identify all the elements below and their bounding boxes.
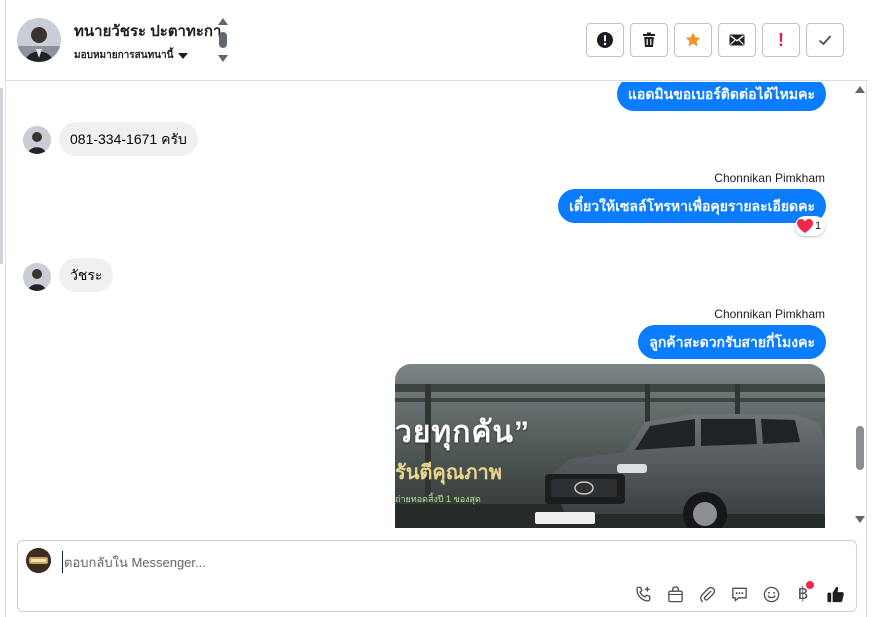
mark-done-button[interactable] bbox=[806, 23, 844, 57]
image-caption-fineprint: ิถ่ายทอดสิ้งปี 1 ของสุด bbox=[395, 494, 481, 504]
scroll-up-arrow-icon[interactable] bbox=[855, 86, 865, 93]
important-button[interactable]: ! bbox=[762, 23, 800, 57]
sender-name: Chonnikan Pimkham bbox=[714, 171, 825, 185]
header-actions: ! bbox=[586, 23, 844, 57]
exclamation-icon: ! bbox=[778, 30, 784, 50]
check-icon bbox=[818, 35, 832, 46]
arrow-down-icon[interactable] bbox=[218, 55, 228, 62]
trash-icon bbox=[643, 32, 655, 47]
page-avatar bbox=[26, 548, 51, 573]
star-icon bbox=[685, 32, 701, 47]
emoji-button[interactable] bbox=[760, 583, 782, 605]
message-reaction[interactable]: 1 bbox=[795, 216, 826, 236]
contact-avatar[interactable] bbox=[17, 18, 61, 62]
spam-button[interactable] bbox=[586, 23, 624, 57]
contact-message-avatar[interactable] bbox=[23, 126, 51, 154]
like-button[interactable] bbox=[824, 583, 846, 605]
reaction-count: 1 bbox=[815, 220, 822, 232]
delete-button[interactable] bbox=[630, 23, 668, 57]
assign-label: มอบหมายการสนทนานี้ bbox=[74, 50, 174, 61]
call-button[interactable] bbox=[632, 583, 654, 605]
outgoing-message-bubble[interactable]: แอดมินขอเบอร์ติดต่อได้ไหมคะ bbox=[616, 82, 826, 111]
alert-circle-icon bbox=[597, 32, 613, 48]
conversation-header: ทนายวัชระ ปะตาทะกา มอบหมายการสนทนานี้ ! bbox=[6, 0, 868, 81]
outgoing-message-bubble[interactable]: ลูกค้าสะดวกรับสายกี่โมงคะ bbox=[638, 325, 826, 359]
star-button[interactable] bbox=[674, 23, 712, 57]
image-caption-subheadline: รันตีคุณภาพ bbox=[395, 462, 502, 484]
attach-button[interactable] bbox=[696, 583, 718, 605]
smiley-icon bbox=[763, 586, 779, 602]
thumbs-up-icon bbox=[826, 586, 844, 602]
chat-bubble-icon bbox=[731, 587, 747, 601]
message-thread[interactable]: แอดมินขอเบอร์ติดต่อได้ไหมคะ 081-334-1671… bbox=[6, 82, 868, 528]
sender-name: Chonnikan Pimkham bbox=[714, 307, 825, 321]
shop-button[interactable] bbox=[664, 583, 686, 605]
mark-unread-button[interactable] bbox=[718, 23, 756, 57]
conversation-panel: ทนายวัชระ ปะตาทะกา มอบหมายการสนทนานี้ ! … bbox=[5, 0, 868, 617]
arrow-up-icon[interactable] bbox=[218, 18, 228, 25]
reply-composer: ฿ bbox=[17, 540, 857, 612]
image-caption-headline: วยทุกคัน” bbox=[395, 416, 530, 449]
header-scroll-stepper[interactable] bbox=[217, 18, 229, 64]
heart-icon bbox=[797, 218, 813, 233]
paperclip-icon bbox=[699, 586, 715, 602]
incoming-message-bubble[interactable]: 081-334-1671 ครับ bbox=[59, 122, 198, 156]
scroll-down-arrow-icon[interactable] bbox=[855, 516, 865, 523]
payment-button[interactable]: ฿ bbox=[792, 581, 814, 605]
contact-message-avatar[interactable] bbox=[23, 263, 51, 291]
reply-input[interactable] bbox=[62, 551, 762, 573]
outgoing-message-bubble[interactable]: เดี๋ยวให้เซลล์โทรหาเพื่อคุยรายละเอียดคะ bbox=[558, 189, 826, 223]
stepper-thumb[interactable] bbox=[219, 32, 227, 48]
caret-down-icon bbox=[178, 52, 189, 59]
shopping-bag-icon bbox=[667, 585, 683, 602]
composer-toolbar: ฿ bbox=[632, 581, 846, 605]
incoming-message-bubble[interactable]: วัชระ bbox=[59, 258, 114, 292]
phone-plus-icon bbox=[635, 586, 650, 602]
assign-conversation-dropdown[interactable]: มอบหมายการสนทนานี้ bbox=[74, 48, 189, 63]
outgoing-image-attachment[interactable]: วยทุกคัน” รันตีคุณภาพ ิถ่ายทอดสิ้งปี 1 ข… bbox=[395, 364, 825, 528]
envelope-icon bbox=[729, 34, 745, 46]
notification-dot bbox=[806, 581, 814, 589]
thread-scrollbar-thumb[interactable] bbox=[856, 426, 864, 470]
saved-replies-button[interactable] bbox=[728, 583, 750, 605]
page-edge-scrollbar[interactable] bbox=[0, 88, 3, 264]
contact-name[interactable]: ทนายวัชระ ปะตาทะกา bbox=[74, 19, 221, 43]
